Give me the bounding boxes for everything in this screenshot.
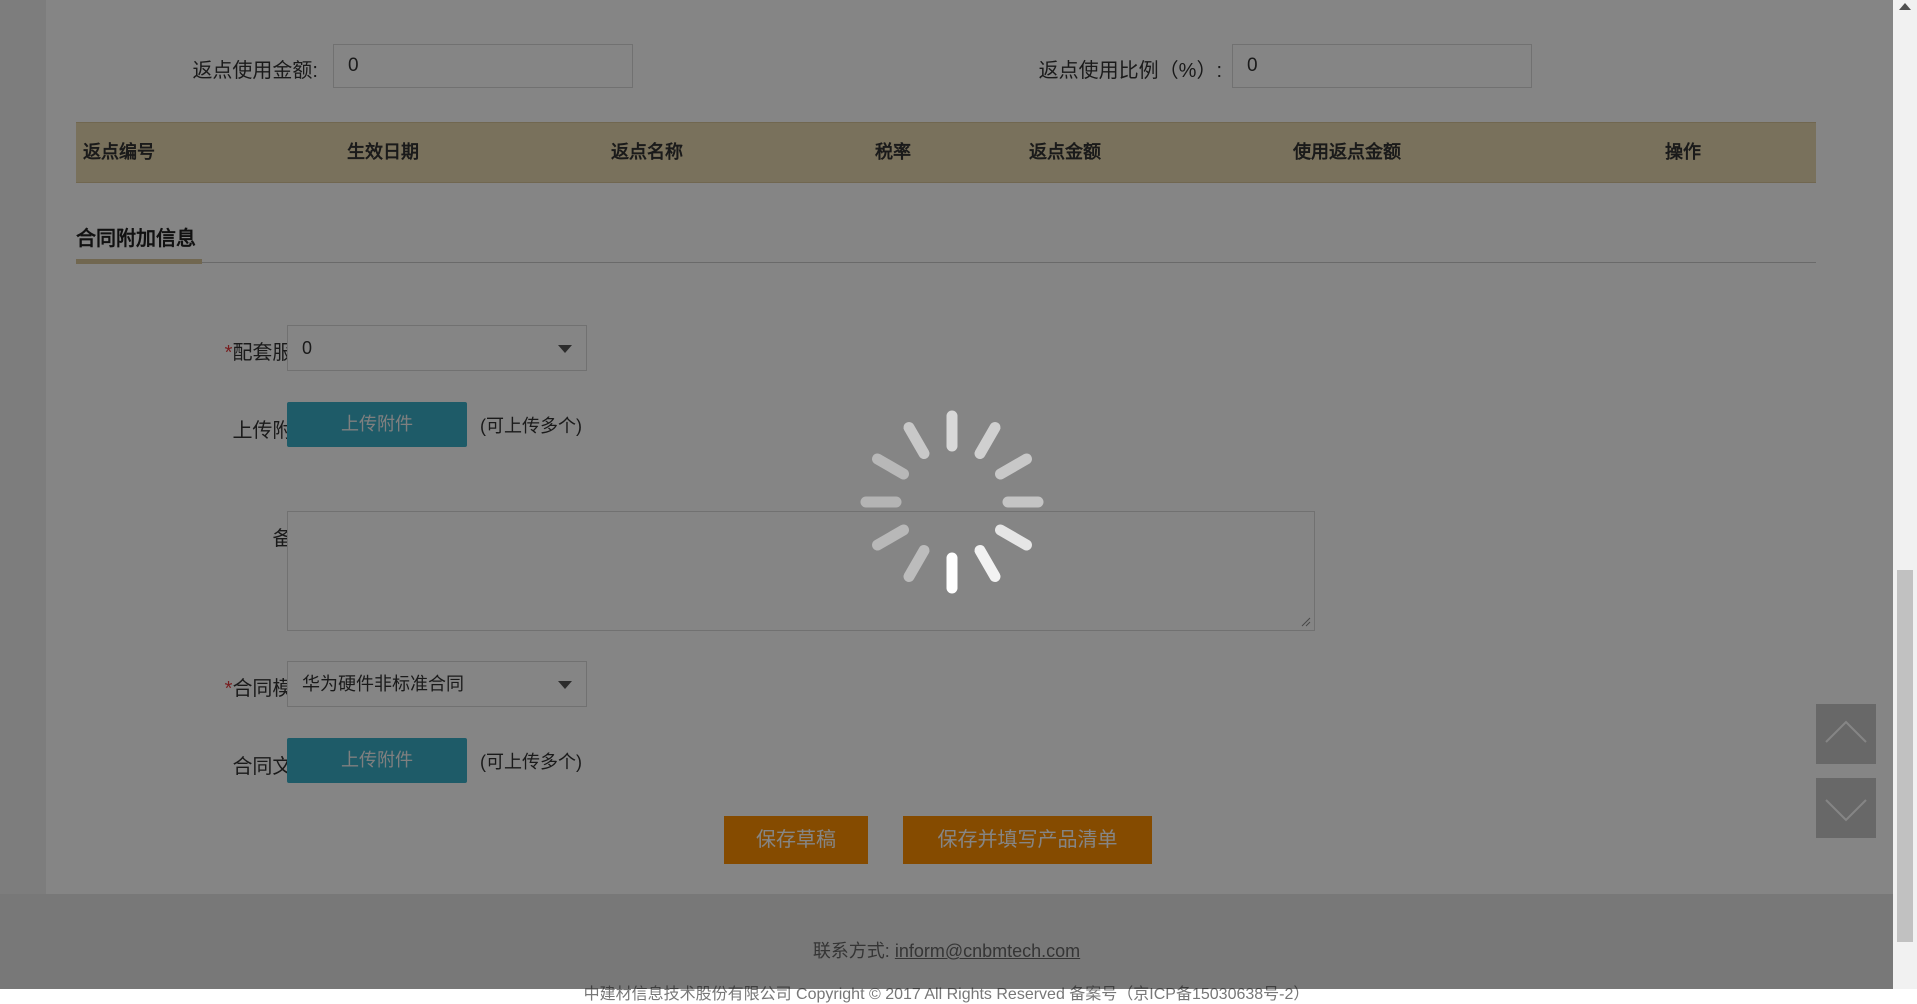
loading-spinner-icon [860, 410, 1044, 594]
scrollbar-up-arrow-icon[interactable] [1899, 3, 1911, 10]
scrollbar-thumb[interactable] [1897, 570, 1913, 942]
page-scrollbar[interactable] [1893, 0, 1917, 989]
